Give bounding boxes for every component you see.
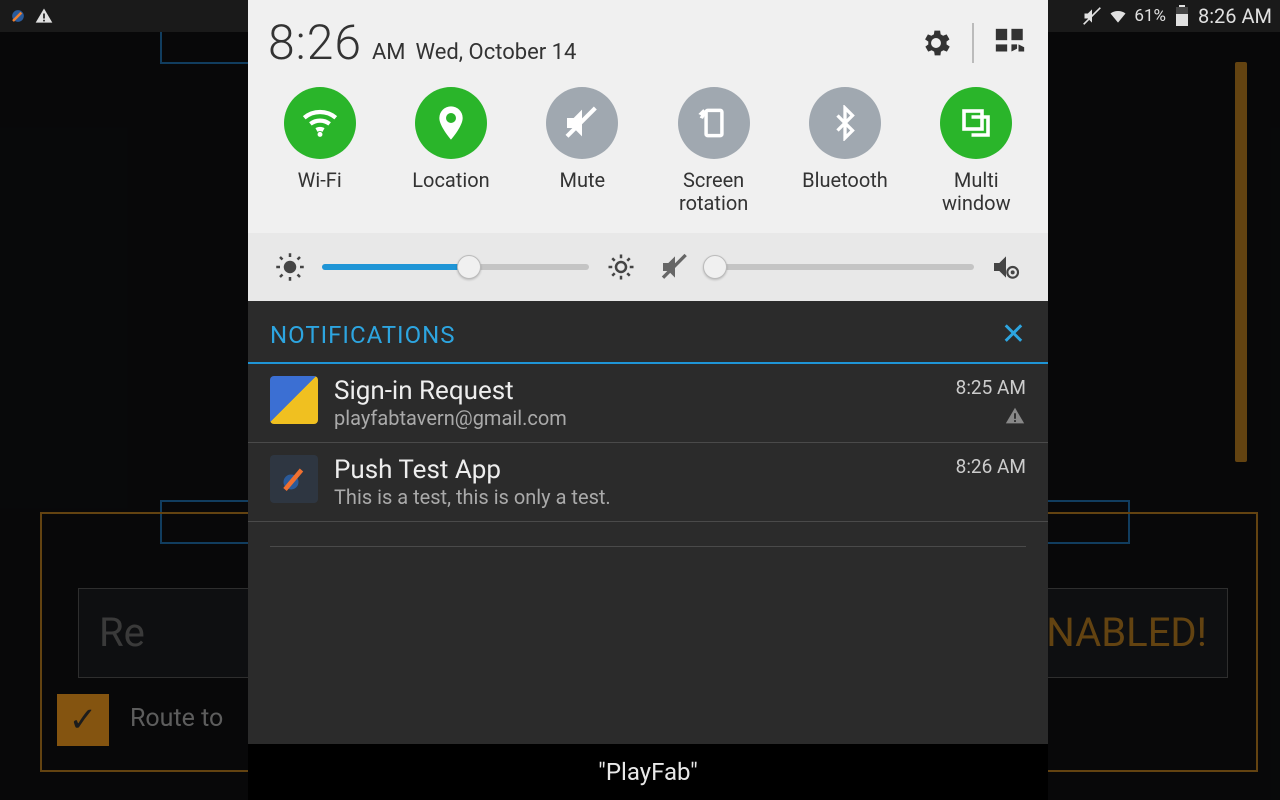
notification-shade: 8:26 AM Wed, October 14 Wi-Fi Location [248, 0, 1048, 800]
header-divider [972, 23, 974, 63]
settings-icon[interactable] [918, 25, 954, 61]
rotation-icon [678, 87, 750, 159]
toggle-bluetooth[interactable]: Bluetooth [785, 87, 905, 215]
notification-app-icon [270, 455, 318, 503]
playfab-footer: "PlayFab" [248, 744, 1048, 800]
toggle-label: Mute [559, 169, 605, 192]
notification-title: Push Test App [334, 455, 940, 485]
statusbar-clock: 8:26 AM [1198, 4, 1272, 28]
notification-subtitle: playfabtavern@gmail.com [334, 406, 940, 430]
shade-header: 8:26 AM Wed, October 14 [248, 0, 1048, 81]
brightness-settings-icon[interactable] [605, 251, 637, 283]
mute-icon [1082, 6, 1102, 26]
quick-panel-icon[interactable] [992, 25, 1028, 61]
wifi-icon [1108, 6, 1128, 26]
toggle-label: Multi window [942, 169, 1011, 215]
playfab-text: "PlayFab" [598, 758, 698, 786]
notifications-title: NOTIFICATIONS [270, 321, 455, 349]
toggle-location[interactable]: Location [391, 87, 511, 215]
battery-pct: 61% [1134, 6, 1166, 26]
shade-clock-ampm: AM [372, 40, 406, 65]
notification-time: 8:25 AM [956, 376, 1026, 399]
notifications-list: Sign-in Request playfabtavern@gmail.com … [248, 364, 1048, 522]
brightness-slider[interactable] [322, 264, 589, 270]
multiwindow-icon [940, 87, 1012, 159]
notification-app-icon [270, 376, 318, 424]
notification-item[interactable]: Sign-in Request playfabtavern@gmail.com … [248, 364, 1048, 443]
slider-row [248, 233, 1048, 301]
notifications-header: NOTIFICATIONS ✕ [248, 301, 1048, 364]
volume-slider-group [659, 251, 1022, 283]
notification-subtitle: This is a test, this is only a test. [334, 485, 940, 509]
notification-item[interactable]: Push Test App This is a test, this is on… [248, 443, 1048, 522]
wifi-icon [284, 87, 356, 159]
volume-mute-icon[interactable] [659, 251, 691, 283]
notification-time: 8:26 AM [956, 455, 1026, 478]
volume-slider[interactable] [707, 264, 974, 270]
toggle-label: Bluetooth [802, 169, 888, 192]
shade-clock-date: Wed, October 14 [416, 40, 577, 65]
brightness-slider-group [274, 251, 637, 283]
shade-clock-time: 8:26 [268, 14, 362, 71]
toggle-label: Wi-Fi [298, 169, 342, 192]
toggle-wifi[interactable]: Wi-Fi [260, 87, 380, 215]
toggle-multiwindow[interactable]: Multi window [916, 87, 1036, 215]
app-running-icon [8, 6, 28, 26]
shade-empty-area [248, 547, 1048, 744]
location-icon [415, 87, 487, 159]
bluetooth-icon [809, 87, 881, 159]
volume-settings-icon[interactable] [990, 251, 1022, 283]
mute-icon [546, 87, 618, 159]
warning-icon [1004, 405, 1026, 427]
toggle-mute[interactable]: Mute [522, 87, 642, 215]
brightness-auto-icon[interactable] [274, 251, 306, 283]
battery-icon [1172, 6, 1192, 26]
quick-toggles: Wi-Fi Location Mute Screen rotation Blue… [248, 81, 1048, 233]
toggle-rotation[interactable]: Screen rotation [654, 87, 774, 215]
notification-title: Sign-in Request [334, 376, 940, 406]
warning-icon [34, 6, 54, 26]
toggle-label: Screen rotation [679, 169, 748, 215]
clear-notifications-button[interactable]: ✕ [1001, 317, 1026, 352]
toggle-label: Location [412, 169, 489, 192]
